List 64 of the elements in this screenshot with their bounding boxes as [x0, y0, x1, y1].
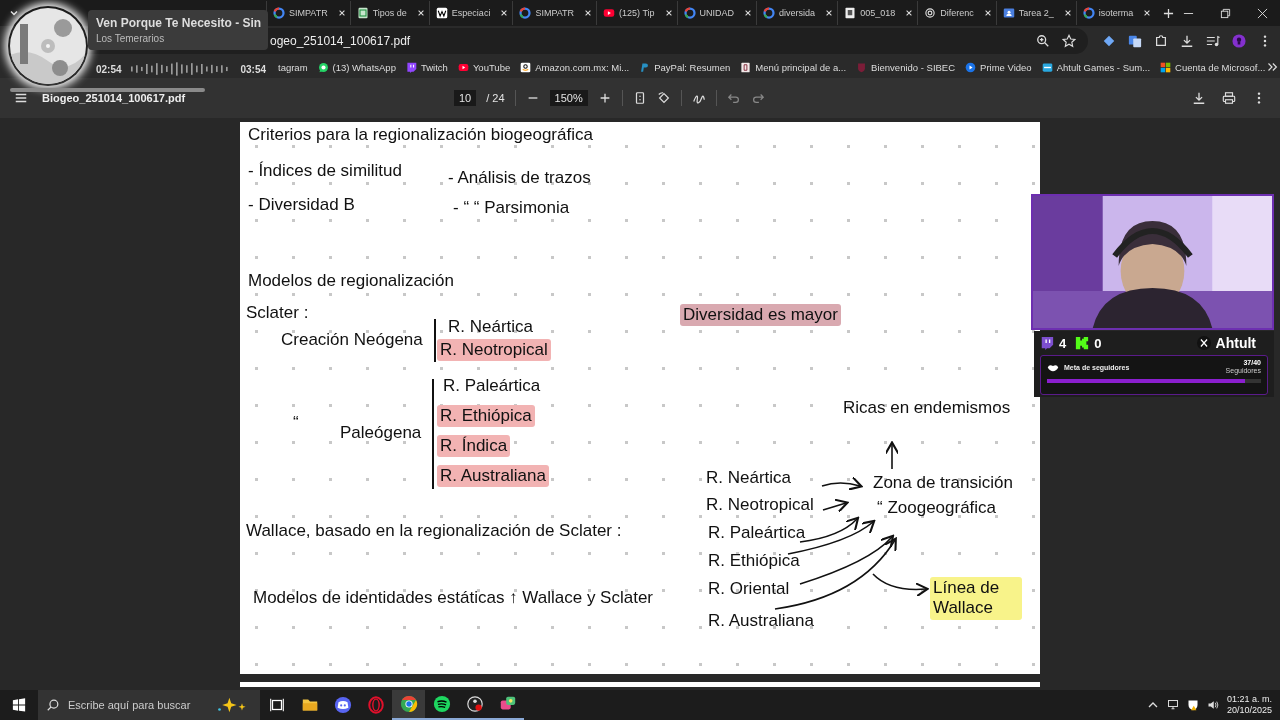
bookmark[interactable]: YouTube	[457, 61, 511, 73]
handwritten-note: Criterios para la regionalización biogeográfica	[247, 124, 594, 146]
handwritten-note: - “ “ Parsimonia	[452, 197, 571, 219]
handwritten-note: R. Paleártica	[442, 375, 542, 397]
bookmark[interactable]: Ahtult Games - Sum...	[1041, 61, 1151, 73]
handwritten-note: - Diversidad B	[247, 194, 356, 216]
bookmark[interactable]: Bienvenido - SIBEC	[856, 61, 956, 73]
handwritten-note: - Análisis de trazos	[447, 167, 592, 189]
song-title: Ven Porque Te Necesito - Sin	[96, 16, 263, 30]
handwritten-note: R. Oriental	[707, 578, 791, 600]
handwritten-note: R. Neártica	[447, 316, 535, 338]
handwritten-note: Diversidad es mayor	[680, 304, 841, 327]
follower-count: 4	[1059, 335, 1067, 351]
bookmark[interactable]: Cuenta de Microsof...	[1160, 61, 1266, 73]
handwritten-note: R. Neártica	[705, 467, 793, 489]
browser-tab[interactable]: SIMPATR	[512, 1, 597, 25]
handwritten-note: Línea de Wallace	[930, 577, 1022, 620]
handwritten-note: R. Ethiópica	[437, 405, 535, 428]
handwritten-note: Wallace, basado en la regionalización de Sclater :	[245, 520, 623, 542]
handwritten-note: Sclater :	[245, 302, 310, 324]
bookmark[interactable]: PayPal: Resumen	[639, 61, 731, 73]
bookmark[interactable]: (13) WhatsApp	[317, 61, 396, 73]
elapsed-time: 02:54	[96, 63, 122, 75]
browser-tab[interactable]: 005_018	[837, 1, 918, 25]
handwritten-note: - Índices de similitud	[247, 160, 403, 182]
browser-tab[interactable]: Especiaci	[428, 1, 513, 25]
handwritten-note: Modelos de regionalización	[247, 270, 456, 292]
handwritten-note: Paleógena	[339, 422, 423, 444]
browser-tab[interactable]: (125) Tip	[596, 1, 677, 25]
browser-tab[interactable]: diversida	[756, 1, 838, 25]
file-name: Biogeo_251014_100617.pdf	[42, 92, 186, 104]
page-count: / 24	[486, 92, 505, 104]
bookmark[interactable]: Prime Video	[965, 61, 1032, 73]
clock[interactable]: 01:21 a. m. 20/10/2025	[1226, 693, 1272, 717]
browser-tab[interactable]: Tipos de	[349, 1, 429, 25]
handwritten-note: Ricas en endemismos	[842, 397, 1012, 419]
handwritten-note: R. Australiana	[707, 610, 815, 632]
handwritten-note: “	[292, 412, 300, 434]
artist-name: Los Temerarios	[96, 33, 166, 44]
channel-name: Ahtult	[1215, 335, 1256, 351]
address-text: ogeo_251014_100617.pdf	[270, 34, 412, 48]
handwritten-note: R. Australiana	[437, 465, 549, 488]
total-time: 03:54	[240, 63, 266, 75]
handwritten-note: Creación Neógena	[280, 329, 424, 351]
browser-tab[interactable]: isoterma	[1075, 1, 1156, 25]
browser-tab[interactable]: Tarea 2_	[995, 1, 1076, 25]
browser-tab[interactable]: Diferenc	[917, 1, 996, 25]
page-number-field[interactable]: 10	[454, 90, 477, 106]
handwritten-note: Zona de transición	[872, 472, 1014, 494]
browser-tab[interactable]: UNIDAD	[676, 1, 757, 25]
bookmark[interactable]: Amazon.com.mx: Mi...	[520, 61, 630, 73]
bookmark[interactable]: Menú principal de a...	[740, 61, 847, 73]
bookmark[interactable]: tagram	[278, 61, 308, 73]
handwritten-note: R. Paleártica	[707, 522, 807, 544]
bookmark[interactable]: Twitch	[405, 61, 448, 73]
handwritten-note: Modelos de identidades estáticas ↑ Wallace y Sclater	[252, 587, 654, 609]
search-field[interactable]: Escribe aquí para buscar	[38, 690, 260, 720]
handwritten-note: R. Neotropical	[437, 339, 551, 362]
handwritten-note: R. Neotropical	[705, 494, 815, 516]
handwritten-note: R. Ethiópica	[707, 550, 801, 572]
handwritten-note: R. Índica	[437, 435, 511, 458]
handwritten-note: “ Zoogeográfica	[876, 497, 998, 519]
follower-count: 0	[1094, 335, 1102, 351]
zoom-field[interactable]: 150%	[549, 90, 588, 106]
